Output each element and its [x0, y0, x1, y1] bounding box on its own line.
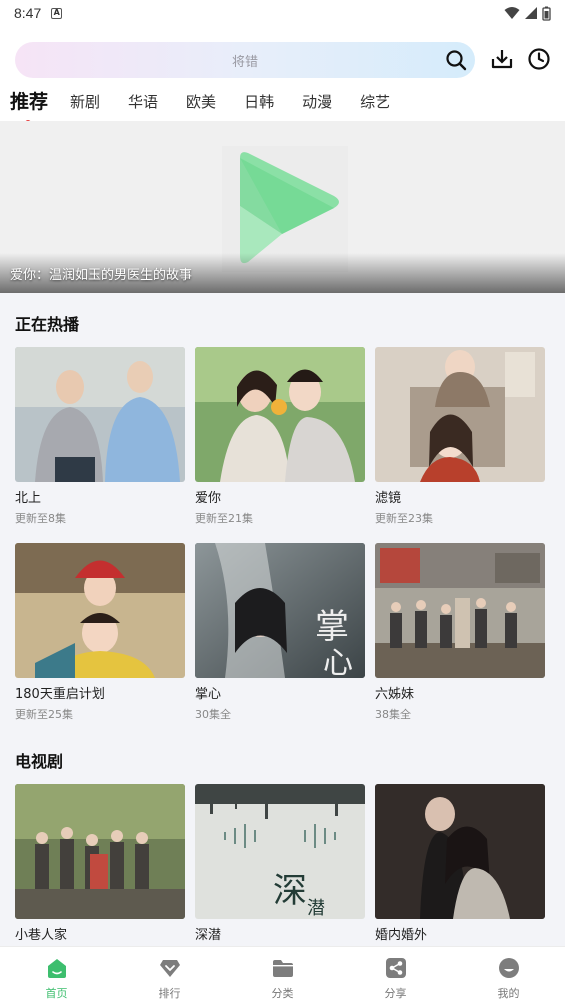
tv-grid: 小巷人家 深潜 深潜 婚内婚外: [15, 784, 545, 946]
status-bar: 8:47 A: [0, 0, 565, 26]
show-card[interactable]: 婚内婚外: [375, 784, 545, 946]
svg-text:深: 深: [273, 871, 307, 911]
history-clock-icon[interactable]: [527, 47, 551, 71]
show-card[interactable]: 180天重启计划 更新至25集: [15, 543, 185, 739]
nav-label: 排行: [158, 987, 181, 1000]
show-title: 六姊妹: [375, 687, 415, 702]
search-input[interactable]: 将错: [15, 42, 475, 78]
category-tabs: 推荐 新剧 华语 欧美 日韩 动漫 综艺: [10, 84, 418, 126]
show-title: 滤镜: [375, 491, 402, 506]
nav-category[interactable]: 分类: [226, 947, 339, 1004]
tab-label: 新剧: [70, 93, 101, 111]
status-icons: [504, 6, 551, 21]
notification-a-icon: A: [51, 7, 63, 19]
tab-western[interactable]: 欧美: [186, 90, 216, 114]
show-card[interactable]: 深潜 深潜: [195, 784, 365, 946]
svg-text:心: 心: [323, 646, 353, 678]
show-episodes: 30集全: [195, 708, 231, 721]
tab-japan-korea[interactable]: 日韩: [244, 90, 274, 114]
show-title: 深潜: [195, 928, 222, 943]
show-card[interactable]: 北上 更新至8集: [15, 347, 185, 543]
wifi-icon: [504, 7, 520, 19]
tab-new[interactable]: 新剧: [70, 90, 100, 114]
banner-caption: 爱你：温润如玉的男医生的故事: [10, 268, 193, 283]
tab-label: 综艺: [360, 93, 391, 111]
top-bar: 将错 推荐 新剧 华语 欧美 日韩 动漫 综艺: [0, 26, 565, 126]
bottom-nav: 首页 排行 分类 分享 我的: [0, 946, 565, 1004]
poster-image: 掌心: [195, 543, 365, 678]
show-title: 北上: [15, 491, 42, 506]
status-time: 8:47: [14, 5, 42, 21]
nav-rank[interactable]: 排行: [113, 947, 226, 1004]
nav-label: 我的: [497, 987, 520, 1000]
show-title: 爱你: [195, 491, 222, 506]
show-episodes: 更新至25集: [15, 708, 73, 721]
nav-profile[interactable]: 我的: [452, 947, 565, 1004]
poster-image: [375, 347, 545, 482]
tab-label: 推荐: [10, 91, 49, 113]
show-card[interactable]: 掌心 掌心 30集全: [195, 543, 365, 739]
nav-share[interactable]: 分享: [339, 947, 452, 1004]
poster-image: [15, 784, 185, 919]
nav-label: 分享: [384, 987, 407, 1000]
show-title: 掌心: [195, 687, 222, 702]
tab-label: 华语: [128, 93, 159, 111]
share-icon: [385, 958, 406, 978]
show-episodes: 38集全: [375, 708, 411, 721]
show-card[interactable]: 滤镜 更新至23集: [375, 347, 545, 543]
tab-anime[interactable]: 动漫: [302, 90, 332, 114]
tab-recommend[interactable]: 推荐: [10, 90, 49, 126]
folder-icon: [272, 960, 293, 977]
show-episodes: 更新至23集: [375, 512, 433, 525]
show-title: 小巷人家: [15, 928, 68, 943]
section-title-hot: 正在热播: [15, 315, 80, 334]
battery-icon: [542, 6, 551, 21]
poster-image: [375, 784, 545, 919]
download-icon[interactable]: [490, 47, 514, 71]
rank-icon: [159, 960, 180, 977]
signal-icon: [525, 7, 537, 19]
show-card[interactable]: 六姊妹 38集全: [375, 543, 545, 739]
svg-text:潜: 潜: [307, 898, 325, 919]
tab-chinese[interactable]: 华语: [128, 90, 158, 114]
nav-label: 分类: [271, 987, 294, 1000]
poster-image: [195, 347, 365, 482]
featured-banner[interactable]: 爱你：温润如玉的男医生的故事: [0, 121, 565, 293]
section-title-tv: 电视剧: [15, 752, 64, 771]
search-placeholder: 将错: [231, 54, 258, 70]
tab-label: 日韩: [244, 93, 275, 111]
tab-label: 欧美: [186, 93, 217, 111]
tab-label: 动漫: [302, 93, 333, 111]
show-episodes: 更新至21集: [195, 512, 253, 525]
show-title: 180天重启计划: [15, 687, 105, 702]
poster-image: [375, 543, 545, 678]
poster-image: [15, 543, 185, 678]
hot-grid: 北上 更新至8集 爱你 更新至21集 滤镜 更新至23集 180天重启计划 更新…: [15, 347, 545, 739]
svg-text:掌: 掌: [315, 607, 349, 647]
poster-image: 深潜: [195, 784, 365, 919]
poster-image: [15, 347, 185, 482]
home-icon: [47, 959, 66, 978]
nav-label: 首页: [45, 987, 68, 1000]
search-icon[interactable]: [445, 49, 467, 71]
profile-icon: [498, 958, 519, 978]
nav-home[interactable]: 首页: [0, 947, 113, 1004]
show-episodes: 更新至8集: [15, 512, 66, 525]
show-card[interactable]: 小巷人家: [15, 784, 185, 946]
show-card[interactable]: 爱你 更新至21集: [195, 347, 365, 543]
tab-variety[interactable]: 综艺: [360, 90, 390, 114]
show-title: 婚内婚外: [375, 928, 428, 943]
